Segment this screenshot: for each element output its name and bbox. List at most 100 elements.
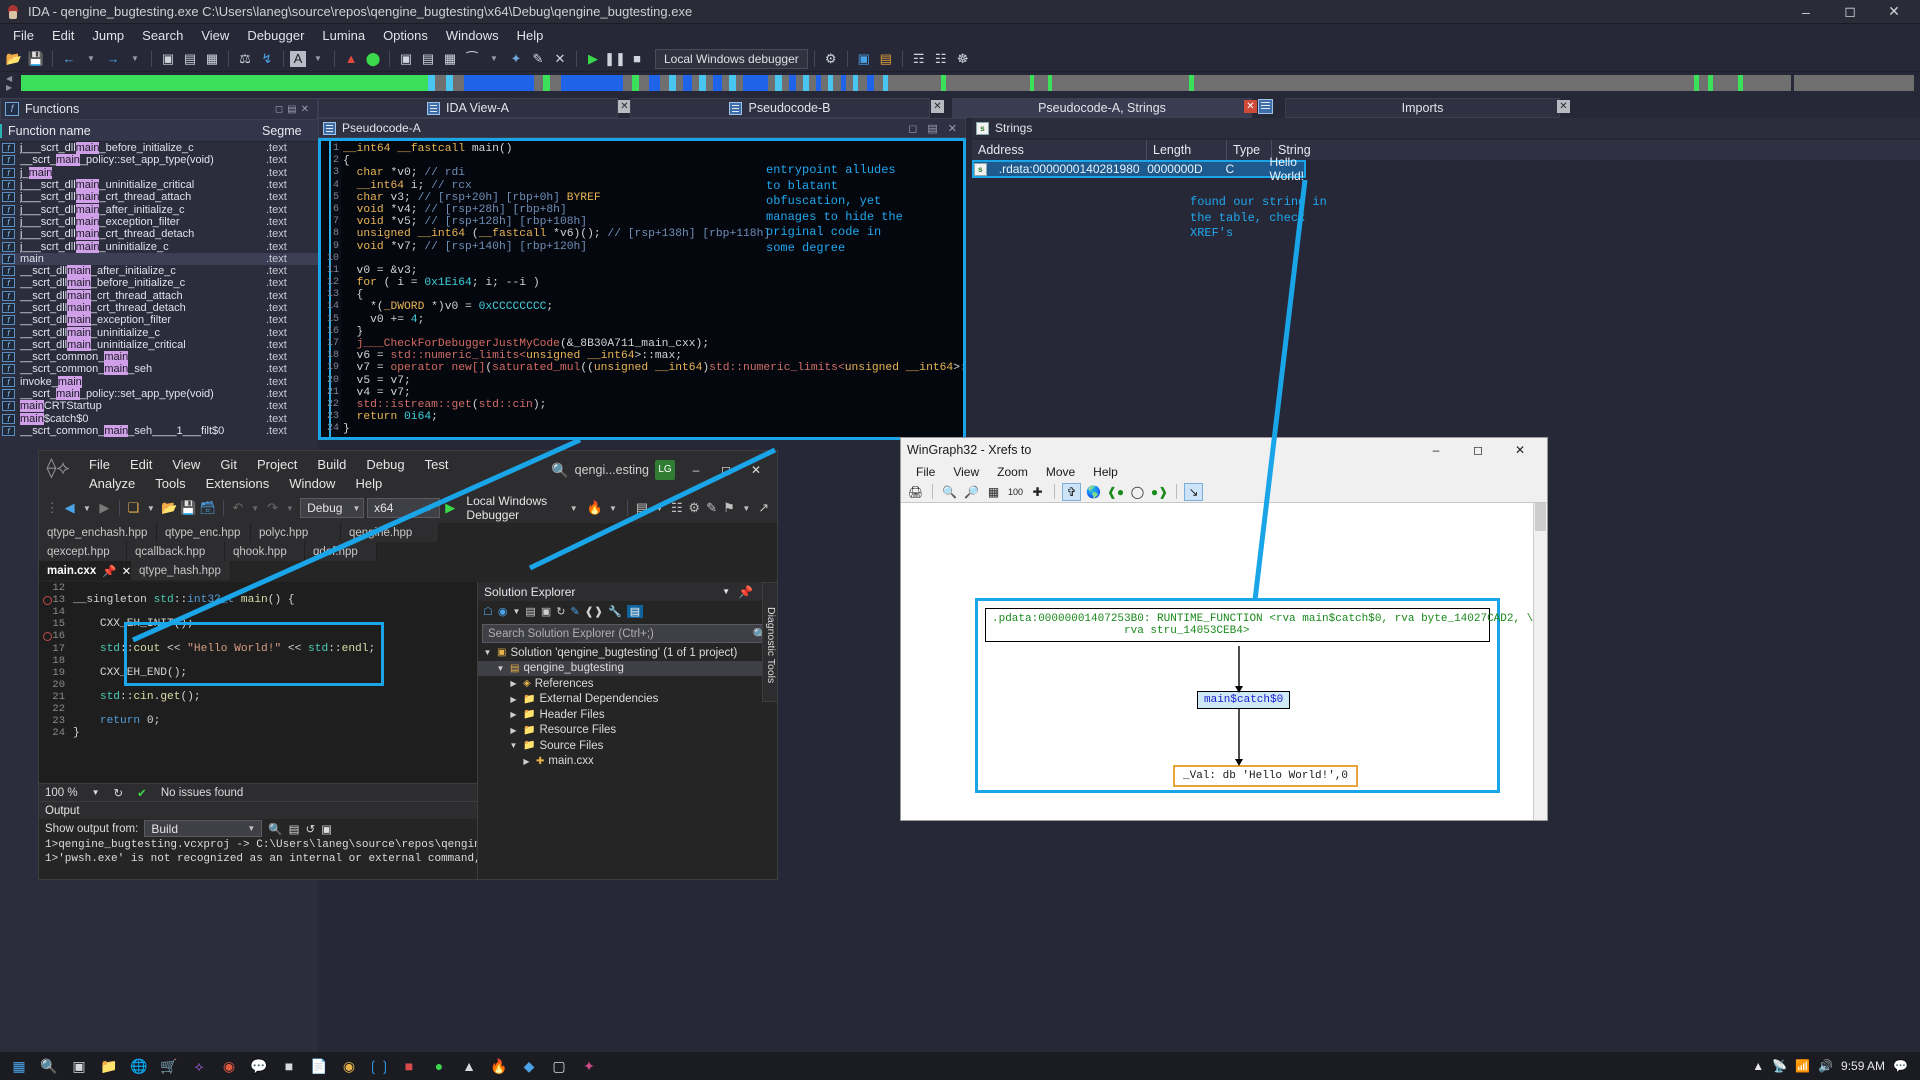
flowchart-icon[interactable]: ☶ bbox=[909, 49, 929, 69]
fish-outline-icon[interactable]: ◯ bbox=[1128, 483, 1147, 501]
clock[interactable]: 9:59 AM bbox=[1841, 1059, 1885, 1073]
proximity-icon[interactable]: ▤ bbox=[876, 49, 896, 69]
vs-menu-extensions[interactable]: Extensions bbox=[196, 474, 280, 493]
back-icon[interactable]: ← bbox=[59, 49, 79, 69]
vs-start-debug-icon[interactable]: ▶ bbox=[443, 498, 457, 518]
navigator-band[interactable]: ◀ ▶ bbox=[0, 72, 1920, 94]
pseudocode-line[interactable]: 14 *(_DWORD *)v0 = 0xCCCCCCCC; bbox=[327, 301, 963, 313]
panel-float-icon[interactable]: ◻ bbox=[275, 104, 287, 115]
vs-new-dropdown-icon[interactable]: ▼ bbox=[144, 498, 158, 518]
tab-main-cxx[interactable]: main.cxx 📌 ✕ bbox=[39, 561, 131, 580]
se-collapse-icon[interactable]: ▤ bbox=[525, 605, 535, 618]
menu-view[interactable]: View bbox=[192, 26, 238, 45]
se-back-icon[interactable]: ◉ bbox=[498, 605, 508, 618]
vs-more-icon[interactable]: ▼ bbox=[739, 498, 753, 518]
pseudocode-line[interactable]: 15 v0 += 4; bbox=[327, 314, 963, 326]
pseudocode-line[interactable]: 19 v7 = operator new[](saturated_mul((un… bbox=[327, 362, 963, 374]
function-list-row[interactable]: f invoke_main .text bbox=[0, 375, 318, 388]
se-filter-icon[interactable]: ▤ bbox=[626, 605, 644, 618]
pseudocode-line[interactable]: 16 } bbox=[327, 326, 963, 338]
navigator-bar-tail[interactable] bbox=[1794, 75, 1914, 91]
tab-qdef[interactable]: qdef.hpp bbox=[305, 542, 377, 561]
vs-code-line[interactable]: 12 bbox=[39, 582, 479, 594]
chevron-icon[interactable]: ▼ bbox=[495, 664, 506, 673]
pseudocode-float-icon[interactable]: ▤ bbox=[927, 122, 937, 135]
graph-view-icon[interactable]: ▣ bbox=[854, 49, 874, 69]
tab-polyc[interactable]: polyc.hpp bbox=[251, 523, 341, 542]
output-wrap-icon[interactable]: ↺ bbox=[306, 822, 316, 836]
menu-lumina[interactable]: Lumina bbox=[313, 26, 374, 45]
debug-stop-icon[interactable]: ■ bbox=[627, 49, 647, 69]
configuration-selector[interactable]: Debug ▼ bbox=[300, 498, 365, 518]
function-list-row[interactable]: f __scrt_common_main .text bbox=[0, 351, 318, 364]
analysis-warning-icon[interactable]: ▲ bbox=[341, 49, 361, 69]
output-toggle-icon[interactable]: ▣ bbox=[321, 822, 332, 836]
vs-hot-reload-dropdown-icon[interactable]: ▼ bbox=[606, 498, 620, 518]
zoom-100-icon[interactable]: 100 bbox=[1006, 483, 1025, 501]
search-solution-explorer-input[interactable]: Search Solution Explorer (Ctrl+;) 🔍 bbox=[482, 624, 773, 643]
app-icon-c[interactable]: ▲ bbox=[455, 1053, 483, 1079]
pseudocode-line[interactable]: 20 v5 = v7; bbox=[327, 375, 963, 387]
pseudocode-line[interactable]: 1 __int64 __fastcall main() bbox=[333, 143, 963, 155]
functions-column-header[interactable]: Function name Segme bbox=[0, 120, 318, 142]
vs-minimize-button[interactable]: – bbox=[681, 459, 711, 481]
se-showall-icon[interactable]: ▣ bbox=[541, 605, 551, 618]
unexplore-icon[interactable]: ✦ bbox=[506, 49, 526, 69]
tab-qhook[interactable]: qhook.hpp bbox=[225, 542, 305, 561]
vs-layout-icon[interactable]: ▤ bbox=[635, 498, 649, 518]
chevron-icon[interactable]: ▶ bbox=[521, 757, 532, 766]
tab-qtype-hash[interactable]: qtype_hash.hpp bbox=[131, 561, 231, 580]
tab-pseudocode-a-strings[interactable]: Pseudocode-A, Strings bbox=[952, 98, 1252, 118]
menu-search[interactable]: Search bbox=[133, 26, 192, 45]
function-list-row[interactable]: f j___scrt_dllmain_uninitialize_c .text bbox=[0, 240, 318, 253]
tab-qcallback[interactable]: qcallback.hpp bbox=[127, 542, 225, 561]
chevron-up-icon[interactable]: ▲ bbox=[1752, 1059, 1764, 1073]
pseudocode-line[interactable]: 22 std::istream::get(std::cin); bbox=[327, 399, 963, 411]
menu-edit[interactable]: Edit bbox=[43, 26, 83, 45]
tab-qengine[interactable]: qengine.hpp bbox=[341, 523, 439, 542]
tab-ida-view-a[interactable]: IDA View-A bbox=[318, 98, 618, 118]
output-find-icon[interactable]: 🔍 bbox=[268, 822, 282, 836]
close-pseudocode-b-icon[interactable]: ✕ bbox=[931, 100, 944, 113]
column-length[interactable]: Length bbox=[1146, 140, 1226, 160]
vs-menu-help[interactable]: Help bbox=[345, 474, 392, 493]
vs-redo-icon[interactable]: ↷ bbox=[265, 498, 279, 518]
solution-tree-item[interactable]: ▶ 📁 Header Files bbox=[478, 707, 777, 723]
function-list-row[interactable]: f __scrt_dllmain_after_initialize_c .text bbox=[0, 265, 318, 278]
app-icon-a[interactable]: ■ bbox=[395, 1053, 423, 1079]
taskview-icon[interactable]: ▣ bbox=[65, 1053, 93, 1079]
chevron-icon[interactable]: ▶ bbox=[508, 726, 519, 735]
strings-column-header[interactable]: Address Length Type String bbox=[972, 140, 1920, 160]
vs-code-line[interactable]: 21 std::cin.get(); bbox=[39, 691, 479, 703]
panel-close-icon[interactable]: ✕ bbox=[301, 104, 313, 115]
save-icon[interactable]: 💾 bbox=[26, 49, 46, 69]
pseudocode-line[interactable]: 17 j___CheckForDebuggerJustMyCode(&_8B30… bbox=[327, 338, 963, 350]
vs-hot-reload-icon[interactable]: 🔥 bbox=[587, 498, 603, 518]
function-list-row[interactable]: f __scrt_common_main_seh____1___filt$0 .te… bbox=[0, 424, 318, 437]
tab-qtype-enchash[interactable]: qtype_enchash.hpp bbox=[39, 523, 157, 542]
app-icon-e[interactable]: ▢ bbox=[545, 1053, 573, 1079]
solution-tree-item[interactable]: ▼ ▣ Solution 'qengine_bugtesting' (1 of 1 … bbox=[478, 645, 777, 661]
vs-drag-handle[interactable]: ⋮ bbox=[45, 498, 59, 518]
chevron-icon[interactable]: ▶ bbox=[508, 710, 519, 719]
jump-down-icon[interactable]: ↯ bbox=[257, 49, 277, 69]
callgraph-icon[interactable]: ☷ bbox=[931, 49, 951, 69]
solution-tree[interactable]: ▼ ▣ Solution 'qengine_bugtesting' (1 of 1 … bbox=[478, 645, 777, 769]
search-icon[interactable]: 🔍 bbox=[35, 1053, 63, 1079]
zoom-out-icon[interactable]: 🔎 bbox=[962, 483, 981, 501]
open-file-icon[interactable]: 📂 bbox=[4, 49, 24, 69]
wingraph-canvas[interactable]: .pdata:00000001407253B0: RUNTIME_FUNCTIO… bbox=[901, 503, 1547, 820]
orthogonal-layout-icon[interactable]: ✞ bbox=[1062, 482, 1081, 501]
numeric-view-icon[interactable]: ▦ bbox=[202, 49, 222, 69]
se-code-icon[interactable]: ❰❱ bbox=[585, 605, 603, 618]
vs-save-all-icon[interactable]: 🗃 bbox=[199, 498, 216, 518]
tab-qexcept[interactable]: qexcept.hpp bbox=[39, 542, 127, 561]
back-dropdown-icon[interactable]: ▼ bbox=[81, 49, 101, 69]
app-icon-f[interactable]: ✦ bbox=[575, 1053, 603, 1079]
column-address[interactable]: Address bbox=[972, 140, 1146, 160]
menu-options[interactable]: Options bbox=[374, 26, 437, 45]
start-icon[interactable]: ▦ bbox=[5, 1053, 33, 1079]
hex-dump-icon[interactable]: ▣ bbox=[158, 49, 178, 69]
zoom-dropdown-icon[interactable]: ▼ bbox=[92, 788, 100, 797]
app-icon-d[interactable]: ◆ bbox=[515, 1053, 543, 1079]
